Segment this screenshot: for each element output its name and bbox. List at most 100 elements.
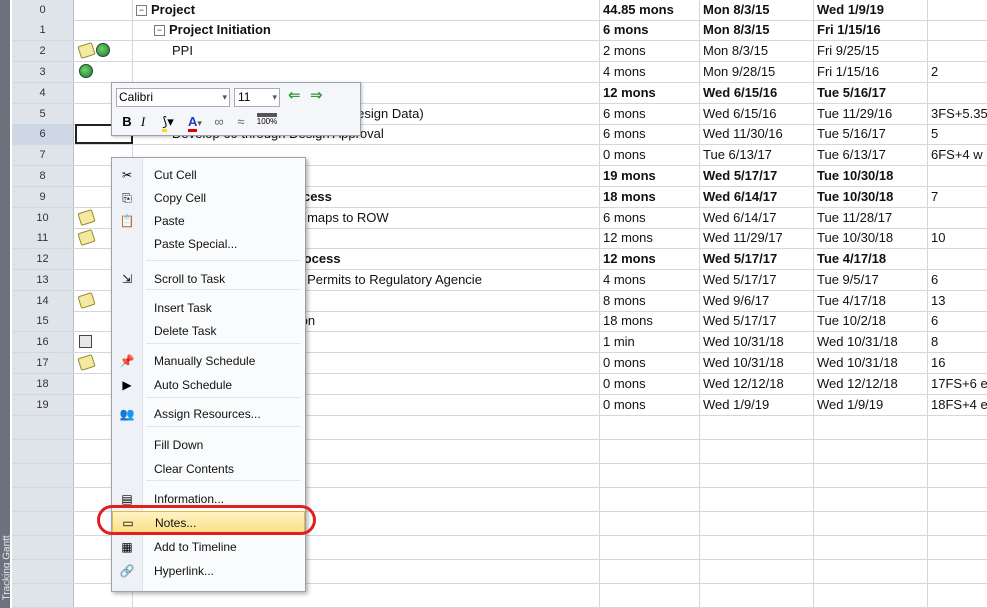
start-cell[interactable]: Mon 8/3/15 xyxy=(700,0,814,20)
menu-item-delete[interactable]: Delete Task xyxy=(112,320,305,342)
predecessors-cell[interactable]: 7 xyxy=(928,187,987,207)
row-number[interactable]: 17 xyxy=(12,353,74,373)
empty-cell[interactable] xyxy=(700,536,814,559)
empty-cell[interactable] xyxy=(928,416,987,439)
finish-cell[interactable]: Fri 1/15/16 xyxy=(814,62,928,82)
predecessors-cell[interactable]: 13 xyxy=(928,291,987,311)
row-number[interactable] xyxy=(12,464,74,487)
start-cell[interactable]: Wed 10/31/18 xyxy=(700,332,814,352)
duration-cell[interactable]: 0 mons xyxy=(600,395,700,415)
menu-item-auto[interactable]: ▶ Auto Schedule xyxy=(112,374,305,396)
row-number[interactable] xyxy=(12,512,74,535)
predecessors-cell[interactable]: 10 xyxy=(928,228,987,248)
predecessors-cell[interactable] xyxy=(928,166,987,186)
duration-cell[interactable]: 6 mons xyxy=(600,124,700,144)
row-number[interactable]: 18 xyxy=(12,374,74,394)
finish-cell[interactable]: Wed 10/31/18 xyxy=(814,353,928,373)
empty-cell[interactable] xyxy=(814,464,928,487)
predecessors-cell[interactable] xyxy=(928,83,987,103)
duration-cell[interactable]: 4 mons xyxy=(600,62,700,82)
row-number[interactable]: 1 xyxy=(12,20,74,40)
note-icon[interactable] xyxy=(77,292,96,309)
empty-cell[interactable] xyxy=(700,584,814,607)
note-icon[interactable] xyxy=(77,209,96,226)
empty-cell[interactable] xyxy=(928,464,987,487)
outdent-icon[interactable]: ⇐ xyxy=(288,88,302,103)
table-row[interactable]: 3 4 mons Mon 9/28/15 Fri 1/15/16 2 xyxy=(12,62,987,83)
start-cell[interactable]: Wed 6/14/17 xyxy=(700,187,814,207)
empty-cell[interactable] xyxy=(700,512,814,535)
indicator-cell[interactable] xyxy=(75,20,133,40)
predecessors-cell[interactable]: 6 xyxy=(928,311,987,331)
empty-cell[interactable] xyxy=(600,464,700,487)
row-number[interactable]: 6 xyxy=(12,124,74,144)
start-cell[interactable]: Wed 6/14/17 xyxy=(700,208,814,228)
start-cell[interactable]: Mon 8/3/15 xyxy=(700,41,814,61)
start-cell[interactable]: Wed 12/12/18 xyxy=(700,374,814,394)
finish-cell[interactable]: Tue 10/30/18 xyxy=(814,228,928,248)
empty-cell[interactable] xyxy=(600,440,700,463)
empty-cell[interactable] xyxy=(600,512,700,535)
menu-item-insert[interactable]: Insert Task xyxy=(112,297,305,319)
empty-cell[interactable] xyxy=(700,488,814,511)
menu-item-cut[interactable]: ✂ Cut Cell xyxy=(112,164,305,186)
empty-cell[interactable] xyxy=(700,464,814,487)
start-cell[interactable]: Wed 6/15/16 xyxy=(700,104,814,124)
unlink-tasks-icon[interactable]: ≈ xyxy=(232,113,250,131)
menu-item-paste-special[interactable]: Paste Special... xyxy=(112,233,305,255)
empty-cell[interactable] xyxy=(600,584,700,607)
note-icon[interactable] xyxy=(77,229,96,246)
empty-cell[interactable] xyxy=(928,488,987,511)
predecessors-cell[interactable]: 16 xyxy=(928,353,987,373)
resource-icon[interactable] xyxy=(79,335,92,348)
finish-cell[interactable]: Wed 1/9/19 xyxy=(814,395,928,415)
task-name-cell[interactable] xyxy=(133,62,600,82)
indicator-cell[interactable] xyxy=(75,62,133,82)
empty-cell[interactable] xyxy=(928,560,987,583)
empty-cell[interactable] xyxy=(814,440,928,463)
font-name-select[interactable]: Calibri ▾ xyxy=(116,88,230,107)
duration-cell[interactable]: 18 mons xyxy=(600,187,700,207)
start-cell[interactable]: Wed 1/9/19 xyxy=(700,395,814,415)
italic-button[interactable]: I xyxy=(136,113,150,131)
row-number[interactable]: 5 xyxy=(12,104,74,124)
duration-cell[interactable]: 44.85 mons xyxy=(600,0,700,20)
percent-complete-icon[interactable]: 100% xyxy=(254,113,280,131)
empty-cell[interactable] xyxy=(928,440,987,463)
finish-cell[interactable]: Tue 10/2/18 xyxy=(814,311,928,331)
empty-cell[interactable] xyxy=(814,416,928,439)
predecessors-cell[interactable] xyxy=(928,20,987,40)
start-cell[interactable]: Tue 6/13/17 xyxy=(700,145,814,165)
table-row[interactable]: 0− Project 44.85 mons Mon 8/3/15 Wed 1/9/19 xyxy=(12,0,987,21)
finish-cell[interactable]: Tue 6/13/17 xyxy=(814,145,928,165)
finish-cell[interactable]: Tue 9/5/17 xyxy=(814,270,928,290)
menu-item-copy[interactable]: ⎘ Copy Cell xyxy=(112,187,305,209)
finish-cell[interactable]: Fri 9/25/15 xyxy=(814,41,928,61)
duration-cell[interactable]: 0 mons xyxy=(600,145,700,165)
predecessors-cell[interactable] xyxy=(928,41,987,61)
hyperlink-icon[interactable] xyxy=(96,43,110,57)
duration-cell[interactable]: 0 mons xyxy=(600,374,700,394)
task-name-cell[interactable]: − Project Initiation xyxy=(133,20,600,40)
row-number[interactable] xyxy=(12,560,74,583)
predecessors-cell[interactable]: 6 xyxy=(928,270,987,290)
note-icon[interactable] xyxy=(77,42,96,59)
predecessors-cell[interactable]: 8 xyxy=(928,332,987,352)
font-size-select[interactable]: 11 ▾ xyxy=(234,88,280,107)
menu-item-manual[interactable]: 📌 Manually Schedule xyxy=(112,350,305,372)
duration-cell[interactable]: 6 mons xyxy=(600,208,700,228)
menu-item-paste[interactable]: 📋 Paste xyxy=(112,210,305,232)
predecessors-cell[interactable]: 3FS+5.35 xyxy=(928,104,987,124)
indicator-cell[interactable] xyxy=(75,0,133,20)
finish-cell[interactable]: Tue 4/17/18 xyxy=(814,249,928,269)
empty-cell[interactable] xyxy=(814,488,928,511)
finish-cell[interactable]: Tue 5/16/17 xyxy=(814,83,928,103)
collapse-toggle-icon[interactable]: − xyxy=(154,25,165,36)
predecessors-cell[interactable]: 6FS+4 w xyxy=(928,145,987,165)
duration-cell[interactable]: 12 mons xyxy=(600,228,700,248)
task-name-cell[interactable]: PPI xyxy=(133,41,600,61)
empty-cell[interactable] xyxy=(928,584,987,607)
note-icon[interactable] xyxy=(77,354,96,371)
row-number[interactable]: 0 xyxy=(12,0,74,20)
predecessors-cell[interactable] xyxy=(928,0,987,20)
